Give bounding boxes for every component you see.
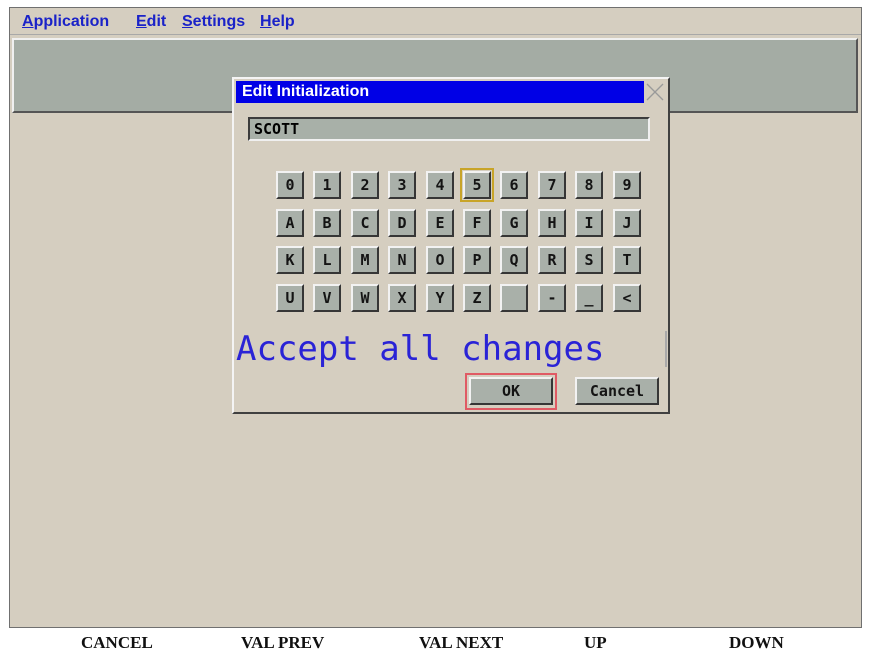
menu-settings[interactable]: Settings <box>182 13 245 31</box>
key-6[interactable]: 6 <box>500 171 528 199</box>
key-b[interactable]: B <box>313 209 341 237</box>
key-y[interactable]: Y <box>426 284 454 312</box>
softkey-val-prev[interactable]: VAL PREV <box>241 633 324 653</box>
dialog-title: Edit Initialization <box>236 81 644 103</box>
key-8[interactable]: 8 <box>575 171 603 199</box>
key-j[interactable]: J <box>613 209 641 237</box>
key-3[interactable]: 3 <box>388 171 416 199</box>
key-h[interactable]: H <box>538 209 566 237</box>
key-dash[interactable]: - <box>538 284 566 312</box>
divider <box>665 331 667 367</box>
key-1[interactable]: 1 <box>313 171 341 199</box>
key-2[interactable]: 2 <box>351 171 379 199</box>
key-space[interactable] <box>500 284 528 312</box>
key-k[interactable]: K <box>276 246 304 274</box>
key-g[interactable]: G <box>500 209 528 237</box>
key-o[interactable]: O <box>426 246 454 274</box>
key-e[interactable]: E <box>426 209 454 237</box>
key-0[interactable]: 0 <box>276 171 304 199</box>
key-p[interactable]: P <box>463 246 491 274</box>
key-v[interactable]: V <box>313 284 341 312</box>
soft-key-bar: CANCEL VAL PREV VAL NEXT UP DOWN <box>9 630 862 656</box>
key-z[interactable]: Z <box>463 284 491 312</box>
key-d[interactable]: D <box>388 209 416 237</box>
key-q[interactable]: Q <box>500 246 528 274</box>
key-9[interactable]: 9 <box>613 171 641 199</box>
key-r[interactable]: R <box>538 246 566 274</box>
edit-initialization-dialog: Edit Initialization SCOTT 0123456789 ABCD… <box>232 77 670 414</box>
menu-help[interactable]: Help <box>260 13 295 31</box>
cancel-button[interactable]: Cancel <box>575 377 659 405</box>
key-w[interactable]: W <box>351 284 379 312</box>
key-7[interactable]: 7 <box>538 171 566 199</box>
key-s[interactable]: S <box>575 246 603 274</box>
menu-application[interactable]: Application <box>22 13 109 31</box>
close-icon[interactable] <box>644 81 666 103</box>
key-c[interactable]: C <box>351 209 379 237</box>
key-backspace[interactable]: < <box>613 284 641 312</box>
application-window: Application Edit Settings Help Edit Init… <box>9 7 862 628</box>
key-u[interactable]: U <box>276 284 304 312</box>
softkey-up[interactable]: UP <box>584 633 607 653</box>
softkey-down[interactable]: DOWN <box>729 633 784 653</box>
softkey-cancel[interactable]: CANCEL <box>81 633 153 653</box>
menu-edit[interactable]: Edit <box>136 13 166 31</box>
key-x[interactable]: X <box>388 284 416 312</box>
accept-message: Accept all changes <box>236 329 605 369</box>
key-underscore[interactable]: _ <box>575 284 603 312</box>
key-m[interactable]: M <box>351 246 379 274</box>
key-n[interactable]: N <box>388 246 416 274</box>
key-5[interactable]: 5 <box>460 168 494 202</box>
ok-button[interactable]: OK <box>469 377 553 405</box>
key-t[interactable]: T <box>613 246 641 274</box>
menu-bar: Application Edit Settings Help <box>10 8 861 35</box>
softkey-val-next[interactable]: VAL NEXT <box>419 633 503 653</box>
key-i[interactable]: I <box>575 209 603 237</box>
key-l[interactable]: L <box>313 246 341 274</box>
name-input[interactable]: SCOTT <box>248 117 650 141</box>
key-f[interactable]: F <box>463 209 491 237</box>
key-4[interactable]: 4 <box>426 171 454 199</box>
key-a[interactable]: A <box>276 209 304 237</box>
